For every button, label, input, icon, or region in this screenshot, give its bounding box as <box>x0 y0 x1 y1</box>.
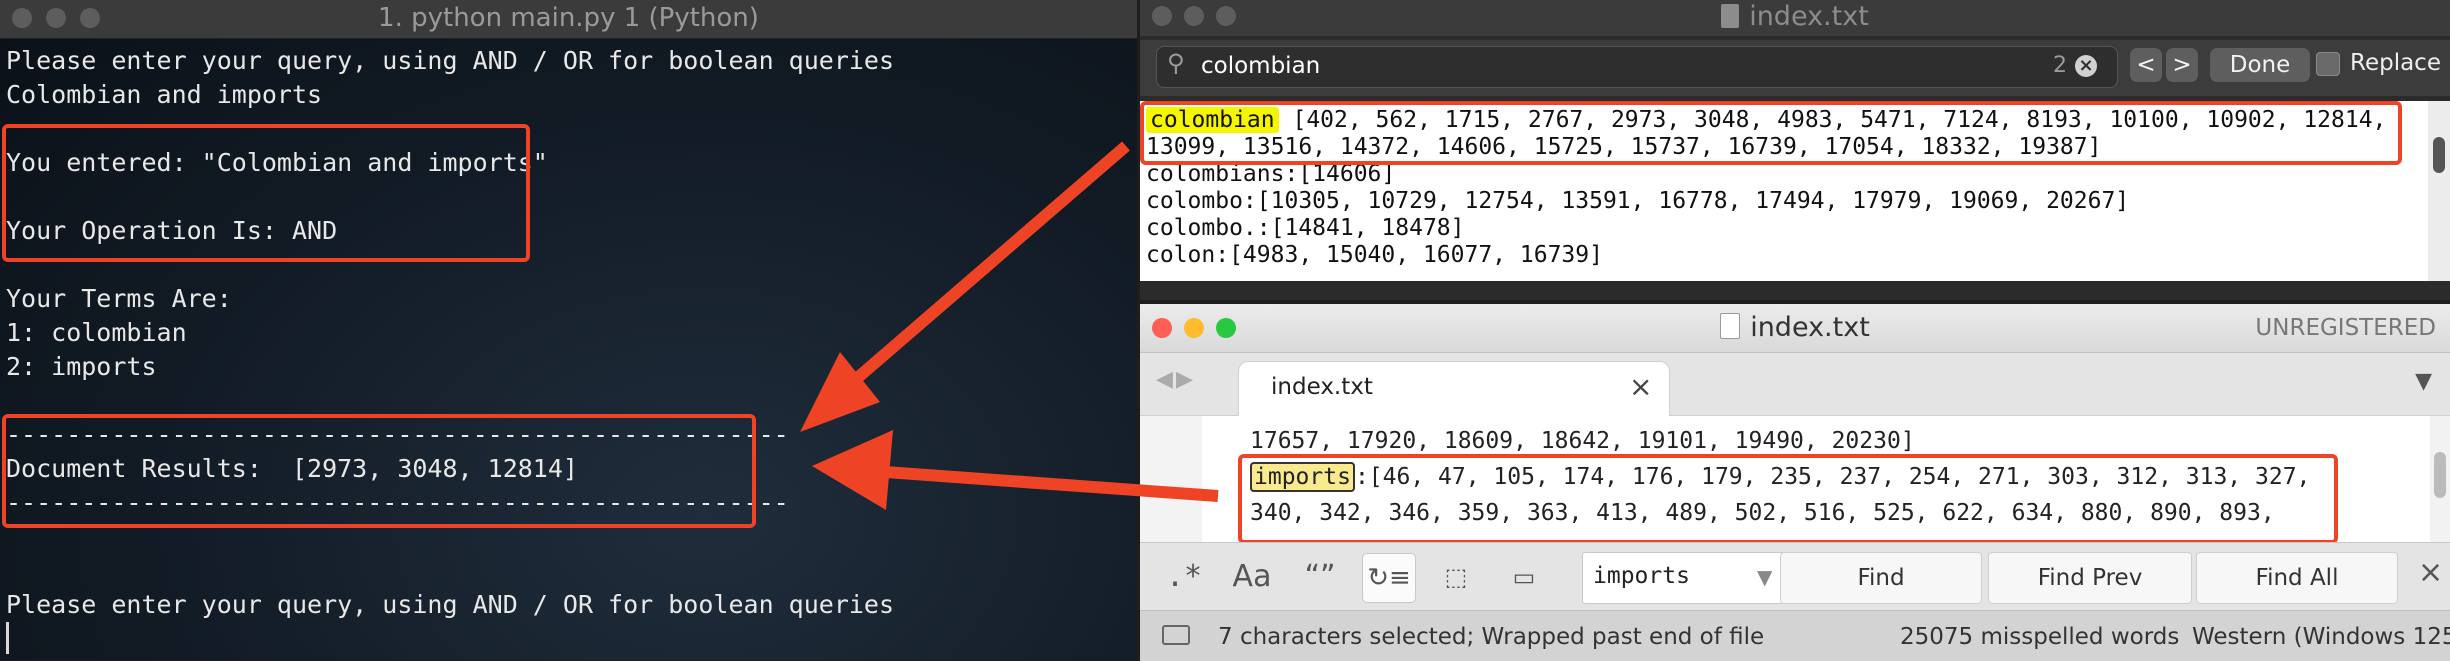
arrow-head-imports <box>812 430 893 510</box>
arrow-shaft-imports <box>884 466 1219 502</box>
annotation-arrows <box>800 141 1219 510</box>
arrow-shaft-colombian <box>851 141 1130 385</box>
